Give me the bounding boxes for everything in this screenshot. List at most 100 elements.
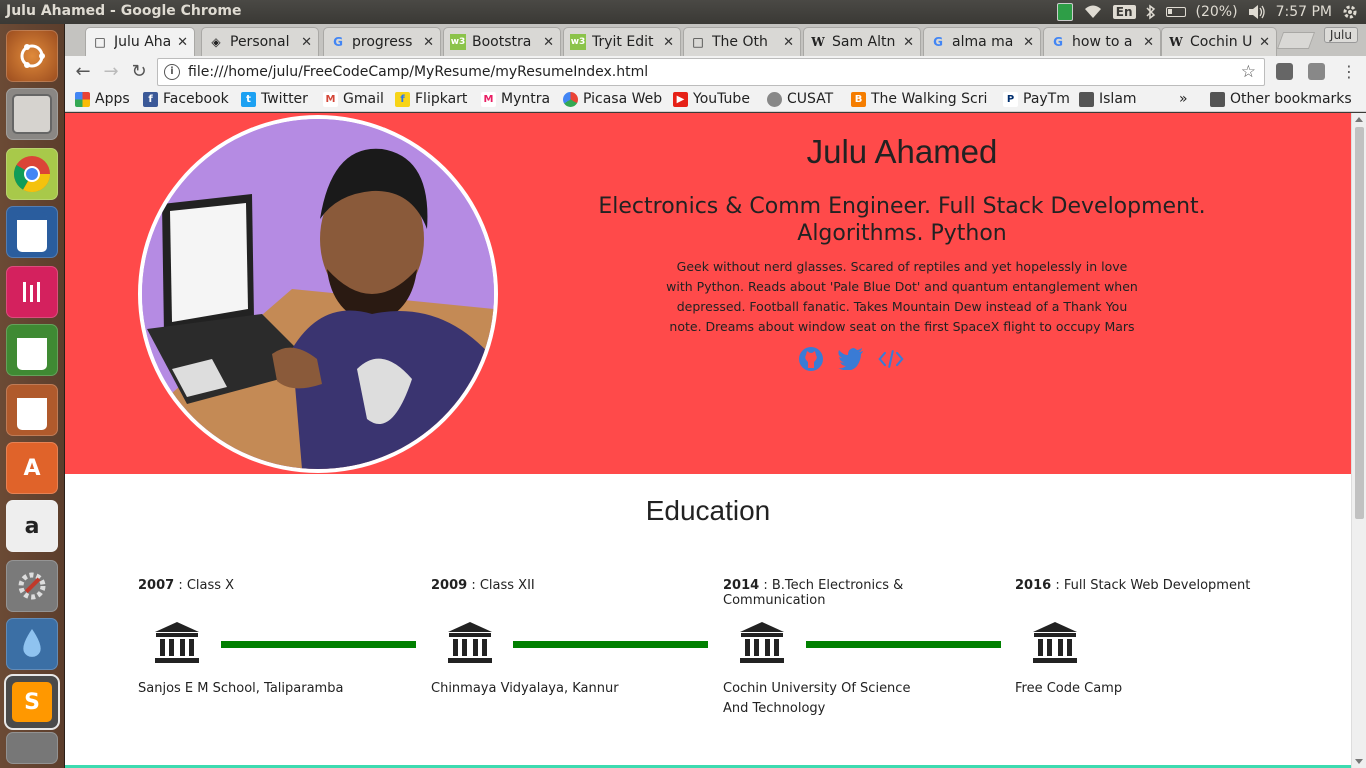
bookmark-myntra[interactable]: M Myntra — [481, 91, 550, 107]
tab-sam-altman[interactable]: W Sam Altn ✕ — [803, 27, 921, 56]
education-course: : Class XII — [467, 578, 535, 593]
window-title: Julu Ahamed - Google Chrome — [6, 3, 242, 19]
tab-tryit-editor[interactable]: w3 Tryit Edit ✕ — [563, 27, 681, 56]
back-button[interactable]: ← — [73, 62, 93, 82]
address-bar[interactable]: i file:///home/julu/FreeCodeCamp/MyResum… — [157, 58, 1265, 86]
settings-gear-icon[interactable] — [1342, 4, 1358, 20]
bookmark-apps[interactable]: Apps — [75, 91, 130, 107]
wikipedia-icon: W — [1169, 35, 1183, 49]
bluetooth-icon[interactable] — [1146, 4, 1156, 20]
battery-icon[interactable] — [1165, 7, 1186, 17]
indicator-icon[interactable] — [1056, 3, 1073, 21]
tab-julu-ahamed[interactable]: □ Julu Aha ✕ — [85, 27, 195, 56]
more-bookmarks-button[interactable]: » — [1179, 91, 1188, 107]
close-tab-icon[interactable]: ✕ — [903, 35, 914, 50]
apps-grid-icon — [75, 91, 90, 107]
tab-cochin-university[interactable]: W Cochin U ✕ — [1161, 27, 1277, 56]
system-tray: En (20%) 7:57 PM — [1056, 2, 1358, 22]
bookmark-facebook[interactable]: f Facebook — [143, 91, 229, 107]
extension-icon[interactable] — [1276, 63, 1293, 80]
scroll-up-icon[interactable] — [1355, 117, 1363, 122]
tab-alma-mater[interactable]: Galma ma ✕ — [923, 27, 1041, 56]
facebook-icon: f — [143, 91, 158, 107]
gmail-icon: M — [323, 91, 338, 107]
bookmark-twitter[interactable]: t Twitter — [241, 91, 308, 107]
page-icon: □ — [94, 35, 106, 49]
amazon-icon[interactable]: a — [6, 500, 58, 552]
tab-personal[interactable]: ◈ Personal ✕ — [201, 27, 319, 56]
page-viewport: Julu Ahamed Electronics & Comm Engineer.… — [65, 113, 1351, 768]
bookmark-gmail[interactable]: M Gmail — [323, 91, 384, 107]
code-icon[interactable] — [878, 346, 904, 372]
reload-button[interactable]: ↻ — [129, 62, 149, 82]
education-year: 2007 — [138, 578, 175, 593]
url-text: file:///home/julu/FreeCodeCamp/MyResume/… — [188, 64, 649, 80]
bookmark-cusat[interactable]: CUSAT — [767, 91, 833, 107]
institution-icon — [740, 622, 784, 663]
menu-icon[interactable]: ⋮ — [1339, 62, 1359, 82]
close-tab-icon[interactable]: ✕ — [301, 35, 312, 50]
music-app-icon[interactable] — [6, 266, 58, 318]
institution-icon — [155, 622, 199, 663]
tab-how-to[interactable]: Ghow to a ✕ — [1043, 27, 1161, 56]
close-tab-icon[interactable]: ✕ — [783, 35, 794, 50]
tab-the-other[interactable]: □ The Oth ✕ — [683, 27, 801, 56]
github-icon[interactable] — [798, 346, 824, 372]
bookmark-picasa[interactable]: Picasa Web — [563, 91, 662, 107]
keyboard-layout[interactable]: En — [1112, 5, 1136, 19]
page-icon: □ — [692, 35, 704, 49]
files-icon[interactable] — [6, 88, 58, 140]
myntra-icon: M — [481, 91, 496, 107]
vertical-scrollbar[interactable] — [1351, 113, 1366, 768]
sublime-text-icon[interactable]: S — [6, 676, 58, 728]
close-tab-icon[interactable]: ✕ — [1023, 35, 1034, 50]
codepen-icon: ◈ — [211, 35, 221, 49]
removable-drive-icon[interactable] — [6, 732, 58, 764]
other-bookmarks[interactable]: Other bookmarks — [1210, 91, 1352, 107]
institution-icon — [448, 622, 492, 663]
education-entry: 2014 : B.Tech Electronics & Communicatio… — [723, 578, 1003, 608]
timeline-connector — [806, 641, 1001, 648]
twitter-icon[interactable] — [838, 346, 864, 372]
bookmark-flipkart[interactable]: f Flipkart — [395, 91, 467, 107]
institution-icon — [1033, 622, 1077, 663]
system-settings-icon[interactable] — [6, 560, 58, 612]
volume-icon[interactable] — [1248, 4, 1266, 20]
wifi-icon[interactable] — [1083, 4, 1103, 20]
bookmark-star-icon[interactable]: ☆ — [1241, 62, 1256, 82]
close-tab-icon[interactable]: ✕ — [423, 35, 434, 50]
w3schools-icon: w3 — [450, 34, 466, 50]
info-icon[interactable]: i — [164, 64, 180, 80]
bookmark-paytm[interactable]: P PayTm — [1003, 91, 1070, 107]
close-tab-icon[interactable]: ✕ — [1143, 35, 1154, 50]
scroll-down-icon[interactable] — [1355, 759, 1363, 764]
profile-button[interactable]: Julu — [1323, 27, 1358, 43]
droplet-icon[interactable] — [6, 618, 58, 670]
education-entry: 2016 : Full Stack Web Development — [1015, 578, 1295, 593]
ubuntu-dash-icon[interactable] — [6, 30, 58, 82]
close-tab-icon[interactable]: ✕ — [1259, 35, 1270, 50]
clock[interactable]: 7:57 PM — [1276, 4, 1332, 20]
software-center-icon[interactable]: A — [6, 442, 58, 494]
bookmark-youtube[interactable]: ▶ YouTube — [673, 91, 750, 107]
impress-icon[interactable] — [6, 384, 58, 436]
extension-icon[interactable] — [1308, 63, 1325, 80]
close-tab-icon[interactable]: ✕ — [663, 35, 674, 50]
tab-bootstrap[interactable]: w3 Bootstra ✕ — [443, 27, 561, 56]
tab-progress[interactable]: Gprogress ✕ — [323, 27, 441, 56]
forward-button[interactable]: → — [101, 62, 121, 82]
bookmark-islam[interactable]: Islam — [1079, 91, 1137, 107]
folder-icon — [1210, 91, 1225, 107]
close-tab-icon[interactable]: ✕ — [177, 35, 188, 50]
writer-icon[interactable] — [6, 206, 58, 258]
close-tab-icon[interactable]: ✕ — [543, 35, 554, 50]
google-icon: G — [933, 35, 943, 49]
bookmark-walking-script[interactable]: B The Walking Scri — [851, 91, 987, 107]
education-course: : Full Stack Web Development — [1051, 578, 1251, 593]
scrollbar-thumb[interactable] — [1355, 127, 1364, 519]
chrome-icon[interactable] — [6, 148, 58, 200]
calc-icon[interactable] — [6, 324, 58, 376]
education-entry: 2009 : Class XII — [431, 578, 711, 593]
new-tab-button[interactable] — [1276, 32, 1316, 49]
education-year: 2009 — [431, 578, 468, 593]
